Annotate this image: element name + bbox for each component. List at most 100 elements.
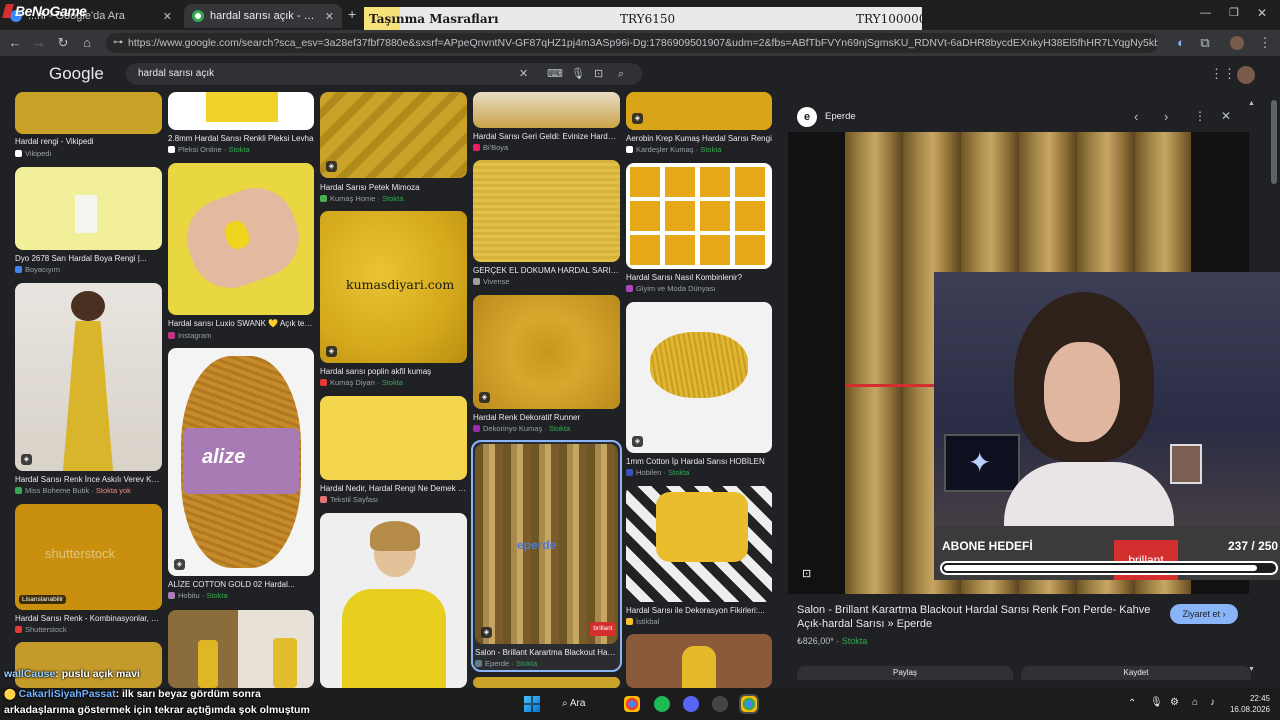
result-title[interactable]: Hardal Sarısı Renk - Kombinasyonlar, HE.… — [15, 614, 162, 623]
result-image[interactable] — [15, 167, 162, 250]
google-logo[interactable]: Google — [49, 64, 104, 84]
forward-icon[interactable]: → — [30, 34, 48, 52]
search-icon[interactable]: ⌕ — [618, 63, 624, 85]
result-image[interactable] — [320, 513, 467, 688]
volume-icon[interactable]: ♪ — [1210, 697, 1215, 708]
mic-tray-icon[interactable]: 🎙 — [1150, 697, 1163, 708]
clock[interactable]: 22:45 16.08.2026 — [1228, 693, 1270, 715]
result-title[interactable]: Hardal Sarısı Geri Geldi: Evinize Hardal… — [473, 132, 620, 141]
search-input[interactable]: hardal sarısı açık ✕ ⌨ 🎙 ⊡ ⌕ — [126, 63, 642, 85]
result-image[interactable] — [15, 92, 162, 134]
result-card[interactable]: GERÇEK EL DOKUMA HARDAL SARISI... Vivens… — [473, 160, 620, 288]
site-info-icon[interactable]: ⊶ — [113, 33, 123, 53]
result-title[interactable]: 1mm Cotton İp Hardal Sarısı HOBİLEN — [626, 457, 772, 466]
result-title[interactable]: Hardal sarısı Luxio SWANK 💛 Açık tenli..… — [168, 319, 314, 328]
result-image[interactable]: ◈ — [473, 295, 620, 409]
result-card[interactable]: Hardal Sarısı Geri Geldi: Evinize Hardal… — [473, 92, 620, 154]
result-image[interactable]: ◈ — [626, 302, 772, 453]
profile-avatar[interactable] — [1230, 36, 1244, 50]
result-card[interactable]: 2.8mm Hardal Sarısı Renkli Pleksi Levha … — [168, 92, 314, 156]
result-card-selected[interactable]: eperde brillant ◈ Salon - Brillant Karar… — [471, 440, 622, 672]
result-card[interactable]: ◈ Hardal Renk Dekoratif Runner Dekorinyo… — [473, 295, 620, 435]
result-image[interactable]: shutterstock Lisanslanabilir — [15, 504, 162, 610]
result-image[interactable]: ◈ — [626, 92, 772, 130]
settings-tray-icon[interactable]: ⚙ — [1170, 697, 1179, 708]
result-image[interactable] — [473, 92, 620, 128]
panel-site-name[interactable]: Eperde — [825, 111, 856, 122]
result-title[interactable]: Hardal Nedir, Hardal Rengi Ne Demek - ..… — [320, 484, 467, 493]
result-card[interactable]: Hardal Sarısı ile Dekorasyon Fikirleri:.… — [626, 486, 772, 628]
extension-icon[interactable]: ◐ — [1172, 34, 1190, 52]
close-tab-icon[interactable]: ✕ — [319, 10, 334, 23]
result-image[interactable]: kumasdiyari.com ◈ — [320, 211, 467, 363]
share-button[interactable]: Paylaş — [797, 666, 1013, 680]
lens-icon[interactable]: ⊡ — [594, 63, 603, 85]
reload-icon[interactable]: ↻ — [54, 34, 72, 52]
more-options-icon[interactable]: ⋮ — [1194, 109, 1206, 123]
back-icon[interactable]: ← — [6, 34, 24, 52]
result-title[interactable]: Aerobin Krep Kumaş Hardal Sarısı Rengi — [626, 134, 772, 143]
tray-chevron-icon[interactable]: ⌃ — [1128, 698, 1136, 709]
result-card[interactable]: ◈ Hardal Sarısı Petek Mimoza Kumaş Home … — [320, 92, 467, 204]
result-title[interactable]: Dyo 2678 Sarı Hardal Boya Rengi |... — [15, 254, 162, 263]
result-card[interactable]: ◈ Aerobin Krep Kumaş Hardal Sarısı Rengi… — [626, 92, 772, 156]
result-image[interactable]: alize ◈ — [168, 348, 314, 576]
tab-active[interactable]: hardal sarısı açık - Google'da Ara ✕ — [184, 4, 342, 28]
result-card[interactable]: Dyo 2678 Sarı Hardal Boya Rengi |... Boy… — [15, 167, 162, 275]
result-image[interactable]: ◈ — [320, 92, 467, 178]
result-title[interactable]: ALİZE COTTON GOLD 02 Hardal... — [168, 580, 314, 589]
keyboard-icon[interactable]: ⌨ — [547, 63, 563, 85]
mic-icon[interactable]: 🎙 — [571, 63, 585, 85]
result-title[interactable]: Hardal Sarısı Petek Mimoza — [320, 183, 467, 192]
result-card[interactable]: Hardal Sarısı Nasıl Kombinlenir? Giyim v… — [626, 163, 772, 295]
panel-scroll-up-icon[interactable]: ▲ — [1248, 100, 1255, 107]
result-image[interactable] — [473, 160, 620, 262]
result-image[interactable]: ◈ — [15, 283, 162, 471]
result-title[interactable]: Hardal Sarısı Renk İnce Askılı Verev Kes… — [15, 475, 162, 484]
result-image[interactable] — [626, 163, 772, 269]
network-icon[interactable]: ⌂ — [1192, 697, 1198, 708]
result-title[interactable]: Hardal rengi - Vikipedi — [15, 137, 162, 146]
result-image[interactable] — [626, 486, 772, 602]
chrome-active-icon[interactable] — [739, 694, 759, 714]
result-card[interactable]: ◈ 1mm Cotton İp Hardal Sarısı HOBİLEN Ho… — [626, 302, 772, 479]
obs-icon[interactable] — [712, 696, 728, 712]
result-card[interactable] — [473, 677, 620, 688]
close-panel-icon[interactable]: ✕ — [1221, 109, 1231, 123]
save-button[interactable]: Kaydet — [1021, 666, 1251, 680]
menu-icon[interactable]: ⋮ — [1256, 34, 1274, 52]
result-card[interactable]: shutterstock Lisanslanabilir Hardal Sarı… — [15, 504, 162, 634]
previous-icon[interactable]: ‹ — [1134, 109, 1138, 124]
result-title[interactable]: Hardal Sarısı ile Dekorasyon Fikirleri:.… — [626, 606, 772, 615]
extensions-puzzle-icon[interactable]: ⧉ — [1196, 34, 1214, 52]
discord-icon[interactable] — [683, 696, 699, 712]
result-title[interactable]: Salon - Brillant Karartma Blackout Hard.… — [475, 648, 618, 657]
result-title[interactable]: 2.8mm Hardal Sarısı Renkli Pleksi Levha — [168, 134, 314, 143]
panel-scroll-down-icon[interactable]: ▼ — [1248, 666, 1255, 673]
result-card[interactable] — [626, 634, 772, 688]
home-icon[interactable]: ⌂ — [78, 34, 96, 52]
page-scrollbar[interactable] — [1271, 100, 1277, 184]
result-card[interactable] — [320, 513, 467, 688]
result-image[interactable] — [168, 163, 314, 315]
result-image[interactable]: eperde brillant ◈ — [475, 444, 618, 644]
result-image[interactable] — [473, 677, 620, 688]
clear-icon[interactable]: ✕ — [519, 63, 528, 85]
close-window-icon[interactable]: ✕ — [1257, 6, 1267, 20]
result-card[interactable]: Hardal sarısı Luxio SWANK 💛 Açık tenli..… — [168, 163, 314, 341]
visit-button[interactable]: Ziyaret et › — [1170, 604, 1238, 624]
chrome-icon[interactable] — [624, 696, 640, 712]
account-avatar[interactable] — [1237, 66, 1255, 84]
minimize-icon[interactable]: — — [1200, 7, 1211, 19]
panel-title[interactable]: Salon - Brillant Karartma Blackout Harda… — [797, 603, 1167, 631]
result-title[interactable]: Hardal Sarısı Nasıl Kombinlenir? — [626, 273, 772, 282]
result-card[interactable]: Hardal Nedir, Hardal Rengi Ne Demek - ..… — [320, 396, 467, 506]
next-icon[interactable]: › — [1164, 109, 1168, 124]
result-title[interactable]: GERÇEK EL DOKUMA HARDAL SARISI... — [473, 266, 620, 275]
result-card[interactable]: kumasdiyari.com ◈ Hardal sarısı poplin a… — [320, 211, 467, 389]
result-image[interactable] — [15, 642, 162, 688]
lens-search-icon[interactable]: ⊡ — [802, 567, 811, 580]
address-bar[interactable]: ⊶ https://www.google.com/search?sca_esv=… — [106, 33, 1158, 53]
result-title[interactable]: Hardal sarısı poplin akfil kumaş — [320, 367, 467, 376]
spotify-icon[interactable] — [654, 696, 670, 712]
